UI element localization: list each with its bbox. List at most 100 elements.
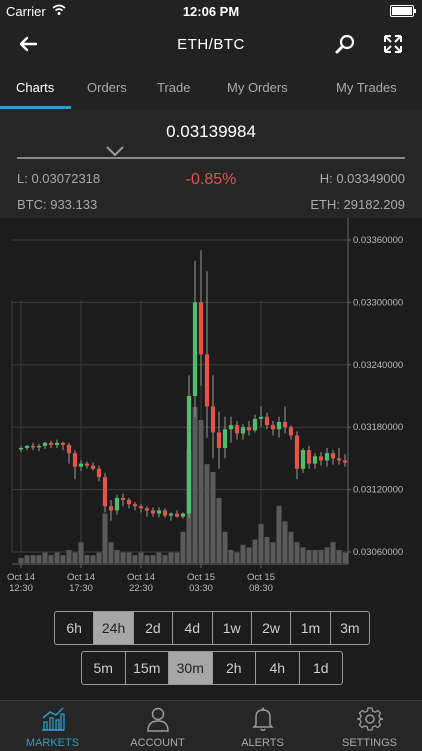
candle-up <box>258 416 264 419</box>
range-24h[interactable]: 24h <box>94 612 134 644</box>
chevron-down-icon <box>106 146 124 156</box>
interval-4h[interactable]: 4h <box>256 652 300 684</box>
volume-bar <box>246 547 252 563</box>
candle-down <box>306 450 312 464</box>
candle-down <box>198 302 204 355</box>
candle-up <box>54 442 60 445</box>
interval-15m[interactable]: 15m <box>126 652 169 684</box>
nav-bar: ETH/BTC <box>0 22 422 66</box>
candle-up <box>222 429 228 448</box>
volume-bar <box>78 542 84 563</box>
interval-2h[interactable]: 2h <box>213 652 256 684</box>
candle-up <box>24 445 30 448</box>
tab-settings[interactable]: SETTINGS <box>317 701 422 751</box>
candlestick-chart[interactable]: 0.03360000 0.03300000 0.03240000 0.03180000… <box>0 218 422 600</box>
person-icon <box>147 707 169 732</box>
candle-down <box>90 465 96 469</box>
x-tick-time: 22:30 <box>129 583 153 594</box>
battery-icon <box>390 5 416 17</box>
candle-up <box>312 456 318 464</box>
range-4d[interactable]: 4d <box>173 612 213 644</box>
candle-up <box>324 453 330 461</box>
y-tick-label: 0.03060000 <box>353 547 403 558</box>
candle-down <box>60 442 66 445</box>
volume-bar <box>342 552 348 563</box>
tab-charts[interactable]: Charts <box>16 80 54 95</box>
tab-orders[interactable]: Orders <box>87 80 127 95</box>
tab-my-trades[interactable]: My Trades <box>336 80 397 95</box>
volume-bar <box>36 555 42 563</box>
interval-5m[interactable]: 5m <box>82 652 126 684</box>
volume-bar <box>192 407 198 563</box>
tab-my-orders[interactable]: My Orders <box>227 80 288 95</box>
volume-bar <box>276 505 282 563</box>
candle-down <box>318 456 324 461</box>
volume-bar <box>216 498 222 563</box>
candle-down <box>126 500 132 505</box>
candle-down <box>48 442 54 445</box>
candle-up <box>240 427 246 434</box>
volume-bar <box>42 552 48 563</box>
range-6h[interactable]: 6h <box>55 612 95 644</box>
volume-bar <box>72 552 78 563</box>
search-icon[interactable] <box>333 32 357 56</box>
range-3m[interactable]: 3m <box>331 612 369 644</box>
candle-up <box>168 513 174 516</box>
volume-bar <box>306 550 312 563</box>
volume-bar <box>252 539 258 563</box>
eth-volume: ETH: 29182.209 <box>310 197 405 212</box>
volume-bar <box>54 552 60 563</box>
volume-bar <box>294 542 300 563</box>
tab-account[interactable]: ACCOUNT <box>105 701 210 751</box>
x-tick-date: Oct 14 <box>7 572 35 583</box>
fullscreen-icon[interactable] <box>381 32 405 56</box>
tab-markets[interactable]: MARKETS <box>0 701 105 751</box>
tab-settings-label: SETTINGS <box>341 737 397 749</box>
active-tab-indicator <box>0 106 71 109</box>
volume-bar <box>84 555 90 563</box>
candle-down <box>108 506 114 511</box>
interval-1d[interactable]: 1d <box>300 652 343 684</box>
candle-down <box>96 468 102 478</box>
range-1w[interactable]: 1w <box>213 612 252 644</box>
range-1m[interactable]: 1m <box>291 612 331 644</box>
candle-up <box>36 445 42 448</box>
volume-bars <box>18 407 348 563</box>
range-2d[interactable]: 2d <box>134 612 174 644</box>
candle-up <box>228 425 234 430</box>
volume-bar <box>132 555 138 563</box>
candle-down <box>162 510 168 516</box>
volume-bar <box>60 555 66 563</box>
candle-down <box>234 425 240 434</box>
volume-bar <box>318 550 324 563</box>
candle-down <box>132 504 138 507</box>
volume-bar <box>240 544 246 563</box>
volume-bar <box>144 555 150 563</box>
candle-down <box>282 422 288 428</box>
candle-down <box>288 427 294 436</box>
y-tick-label: 0.03240000 <box>353 360 403 371</box>
gear-icon <box>357 707 383 731</box>
volume-bar <box>66 550 72 563</box>
volume-bar <box>264 537 270 563</box>
volume-bar <box>324 547 330 563</box>
volume-bar <box>120 552 126 563</box>
volume-bar <box>114 550 120 563</box>
volume-bar <box>228 550 234 563</box>
volume-bar <box>234 552 240 563</box>
volume-bar <box>30 555 36 563</box>
tab-account-label: ACCOUNT <box>130 737 185 749</box>
tab-markets-label: MARKETS <box>25 737 80 749</box>
y-tick-label: 0.03300000 <box>353 297 403 308</box>
last-price: 0.03139984 <box>166 122 256 141</box>
x-tick-date: Oct 14 <box>127 572 155 583</box>
tab-alerts[interactable]: ALERTS <box>210 701 315 751</box>
candle-down <box>210 406 216 433</box>
volume-bar <box>330 542 336 563</box>
volume-bar <box>258 524 264 563</box>
interval-30m[interactable]: 30m <box>169 652 213 684</box>
btc-volume: BTC: 933.133 <box>17 197 98 212</box>
tab-trade[interactable]: Trade <box>157 80 190 95</box>
y-tick-label: 0.03180000 <box>353 422 403 433</box>
range-2w[interactable]: 2w <box>252 612 292 644</box>
